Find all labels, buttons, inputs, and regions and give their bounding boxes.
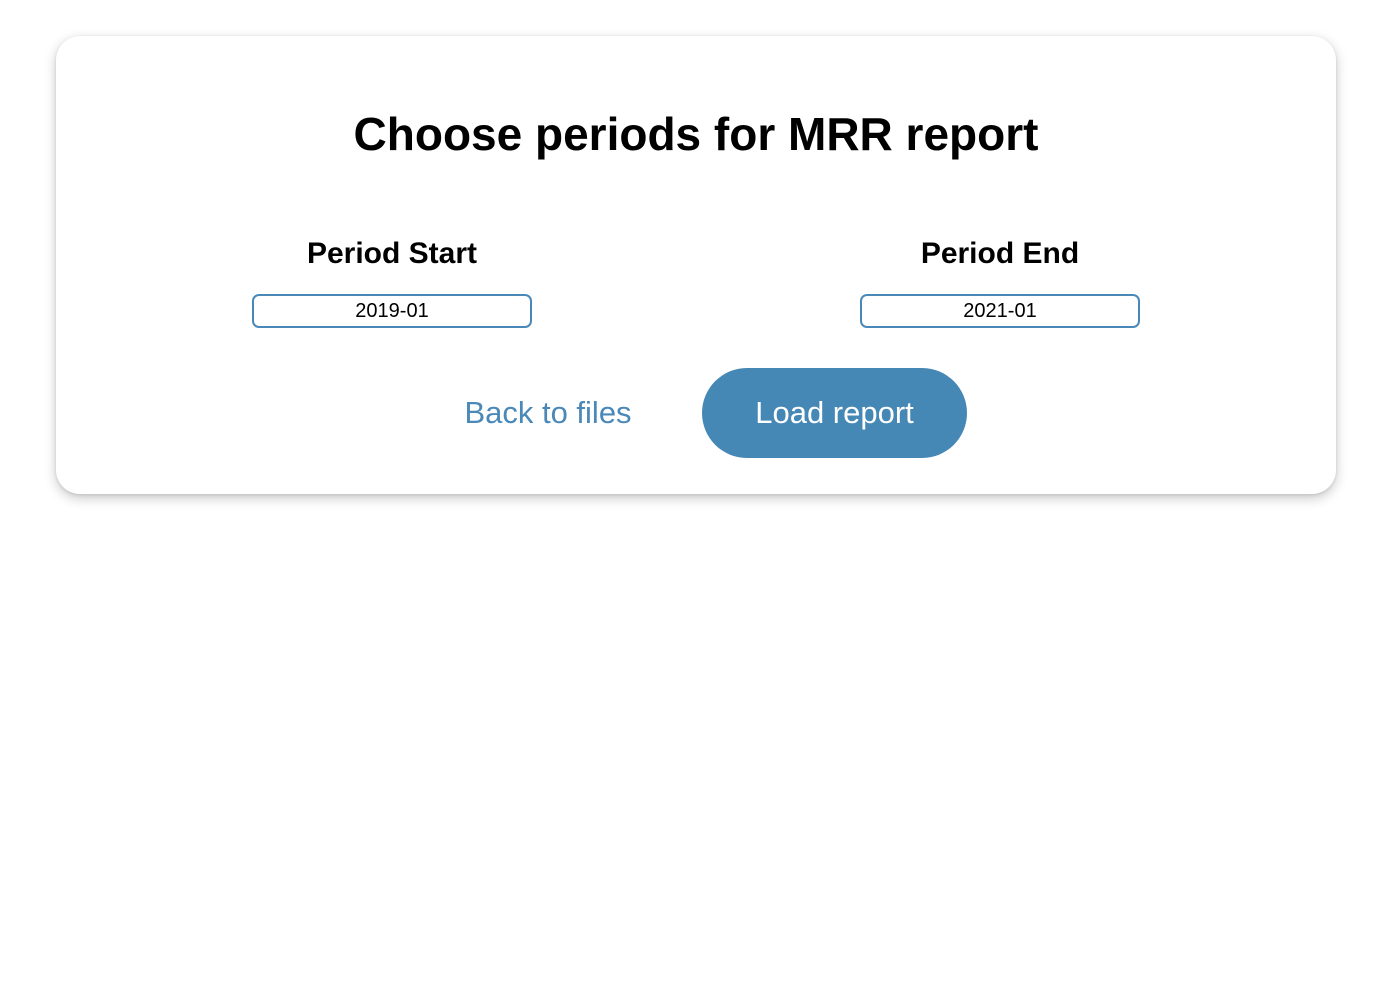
page-title: Choose periods for MRR report [353, 108, 1039, 160]
period-end-group: Period End [860, 236, 1140, 328]
report-period-card: Choose periods for MRR report Period Sta… [56, 36, 1336, 494]
period-end-label: Period End [920, 237, 1080, 270]
load-report-button[interactable]: Load report [702, 368, 967, 458]
back-to-files-link[interactable]: Back to files [448, 368, 648, 458]
period-start-group: Period Start [252, 236, 532, 328]
period-start-label: Period Start [306, 237, 478, 270]
form-actions: Back to files Load report [56, 368, 1336, 458]
period-start-input[interactable] [252, 294, 532, 328]
period-end-input[interactable] [860, 294, 1140, 328]
